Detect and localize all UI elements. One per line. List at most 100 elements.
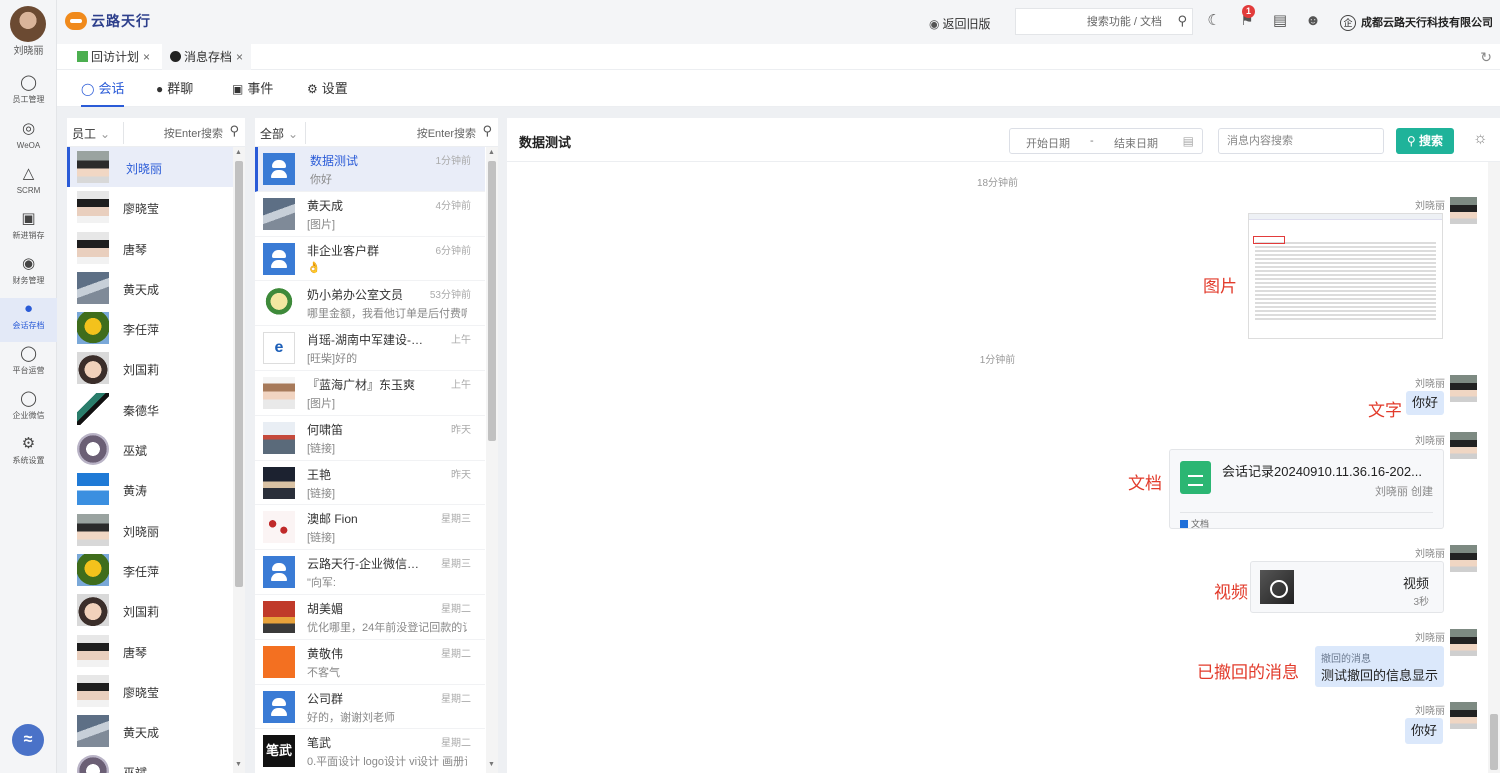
conversation-item[interactable]: 王艳 昨天 [链接] [255,461,485,506]
image-row [1255,314,1436,316]
scroll-up-icon[interactable]: ▲ [488,149,495,156]
scrollbar-thumb[interactable] [488,161,496,441]
nav-item-staff[interactable]: ◯ 员工管理 [0,72,57,116]
nav-item-weoa[interactable]: ◎ WeOA [0,118,57,162]
tab-sessions[interactable]: ◯ 会话 [81,70,125,107]
scroll-down-icon[interactable]: ▼ [235,761,242,768]
operation-icon: ◯ [20,345,37,362]
top-search-input[interactable] [1016,9,1166,34]
employee-item[interactable]: 李任萍 [67,550,233,590]
document-icon[interactable]: ▤ [1270,11,1290,31]
employee-item[interactable]: 巫斌 [67,751,233,773]
moon-icon[interactable]: ☾ [1204,11,1224,31]
company-switcher[interactable]: 企成都云路天行科技有限公司 [1340,14,1493,31]
conversation-title: 公司群 [307,691,344,706]
employee-item[interactable]: 黄天成 [67,711,233,751]
employee-item[interactable]: 廖晓莹 [67,187,233,227]
close-icon[interactable]: × [236,50,243,64]
divider [305,122,306,144]
conversation-time: 昨天 [451,424,471,436]
conversation-item[interactable]: 笔武 笔武 星期二 0.平面设计 logo设计 vi设计 画册设 [255,729,485,773]
brand-badge-icon[interactable]: ≈ [12,724,44,756]
employee-item[interactable]: 秦德华 [67,389,233,429]
robot-icon[interactable]: ☻ [1303,11,1323,31]
employee-item[interactable]: 李任萍 [67,308,233,348]
page-tab-visit-plan[interactable]: 回访计划 × [69,44,158,70]
calendar-icon[interactable]: ▤ [1183,134,1194,148]
chat-scrollbar[interactable] [1488,162,1500,773]
video-play-icon[interactable] [1260,570,1294,604]
tab-group-chat[interactable]: ● 群聊 [156,70,193,107]
employee-name: 李任萍 [123,323,160,338]
video-message[interactable]: 视频 3秒 [1250,561,1444,613]
nav-item-settings[interactable]: ⚙ 系统设置 [0,433,57,477]
conversation-item[interactable]: 胡美媚 星期二 优化哪里，24年前没登记回款的订 [255,595,485,640]
conversation-item[interactable]: 『蓝海广材』东玉爽 上午 [图片] [255,371,485,416]
logo[interactable]: 云路天行 [65,10,151,32]
employee-item[interactable]: 廖晓莹 [67,671,233,711]
back-old-version-link[interactable]: ◉ 返回旧版 [929,15,991,32]
sender-name: 刘晓丽 [1415,633,1445,644]
conversation-item[interactable]: 数据测试 1分钟前 你好 [255,147,485,192]
end-date-field[interactable]: 结束日期 [1114,135,1158,151]
user-avatar[interactable] [10,6,46,42]
refresh-icon[interactable]: ↻ [1480,49,1492,66]
search-button[interactable]: ⚲ 搜索 [1396,128,1454,154]
conversation-item[interactable]: 黄天成 4分钟前 [图片] [255,192,485,237]
nav-item-operation[interactable]: ◯ 平台运营 [0,343,57,387]
conversation-item[interactable]: 澳邮 Fion 星期三 [链接] [255,505,485,551]
scroll-down-icon[interactable]: ▼ [488,761,495,768]
user-icon: ◯ [20,74,37,91]
top-search-box[interactable]: ⚲ [1015,8,1193,35]
date-separator: - [1090,135,1094,147]
nav-label: SCRM [16,186,41,195]
conversation-search-input[interactable]: 按Enter搜索 [417,125,476,141]
conversation-scrollbar[interactable]: ▲ ▼ [486,147,498,773]
employee-item[interactable]: 刘晓丽 [67,147,233,188]
search-icon[interactable]: ⚲ [229,123,239,139]
scrollbar-thumb[interactable] [1490,714,1498,770]
contact-icon [263,153,295,185]
conversation-item[interactable]: 黄敬伟 星期二 不客气 [255,640,485,685]
conversation-filter-select[interactable]: 全部 ⌄ [260,125,298,142]
employee-item[interactable]: 刘国莉 [67,590,233,630]
message-search-input[interactable] [1218,128,1384,154]
conversation-item[interactable]: e 肖瑶-湖南中军建设-1810... 上午 [旺柴]好的 [255,326,485,371]
conversation-item[interactable]: 公司群 星期二 好的，谢谢刘老师 [255,685,485,730]
search-icon[interactable]: ⚲ [482,123,492,139]
conversation-item[interactable]: 奶小弟办公室文员 53分钟前 哪里金额，我看他订单是后付费呢 [255,281,485,327]
search-icon[interactable]: ⚲ [1177,13,1187,29]
date-range-picker[interactable]: 开始日期 - 结束日期 ▤ [1009,128,1203,154]
employee-item[interactable]: 巫斌 [67,429,233,469]
page-tab-message-archive[interactable]: 消息存档 × [162,44,252,70]
employee-item[interactable]: 刘晓丽 [67,510,233,550]
start-date-field[interactable]: 开始日期 [1026,135,1070,151]
conversation-time: 上午 [451,379,471,391]
close-icon[interactable]: × [143,50,150,64]
conversation-item[interactable]: 云路天行-企业微信服务... 星期三 "向军: [255,550,485,595]
employee-item[interactable]: 黄天成 [67,268,233,308]
nav-item-inventory[interactable]: ▣ 新进销存 [0,208,57,252]
annotation-recalled: 已撤回的消息 [1197,663,1299,682]
document-message[interactable]: 会话记录20240910.11.36.16-202... 刘晓丽 创建 文档 [1169,449,1444,529]
nav-item-finance[interactable]: ◉ 财务管理 [0,253,57,297]
nav-item-archive[interactable]: ● 会话存档 [0,298,57,342]
conversation-list: 数据测试 1分钟前 你好 黄天成 4分钟前 [图片] 非企业客户群 6分钟前 👌 奶小弟办公… [255,147,485,773]
lightbulb-icon[interactable]: ☼ [1473,130,1488,148]
conversation-item[interactable]: 非企业客户群 6分钟前 👌 [255,237,485,282]
tab-settings[interactable]: ⚙ 设置 [307,70,348,107]
image-message[interactable] [1248,213,1443,339]
employee-item[interactable]: 刘国莉 [67,348,233,388]
scrollbar-thumb[interactable] [235,161,243,587]
employee-filter-select[interactable]: 员工 ⌄ [72,125,110,142]
nav-item-scrm[interactable]: △ SCRM [0,163,57,207]
employee-item[interactable]: 唐琴 [67,631,233,671]
employee-scrollbar[interactable]: ▲ ▼ [233,147,245,773]
conversation-item[interactable]: 何啸笛 昨天 [链接] [255,416,485,461]
tab-events[interactable]: ▣ 事件 [232,70,273,107]
scroll-up-icon[interactable]: ▲ [235,149,242,156]
employee-item[interactable]: 唐琴 [67,228,233,268]
nav-item-wecom[interactable]: ◯ 企业微信 [0,388,57,432]
employee-item[interactable]: 黄涛 [67,469,233,509]
employee-search-input[interactable]: 按Enter搜索 [164,125,223,141]
